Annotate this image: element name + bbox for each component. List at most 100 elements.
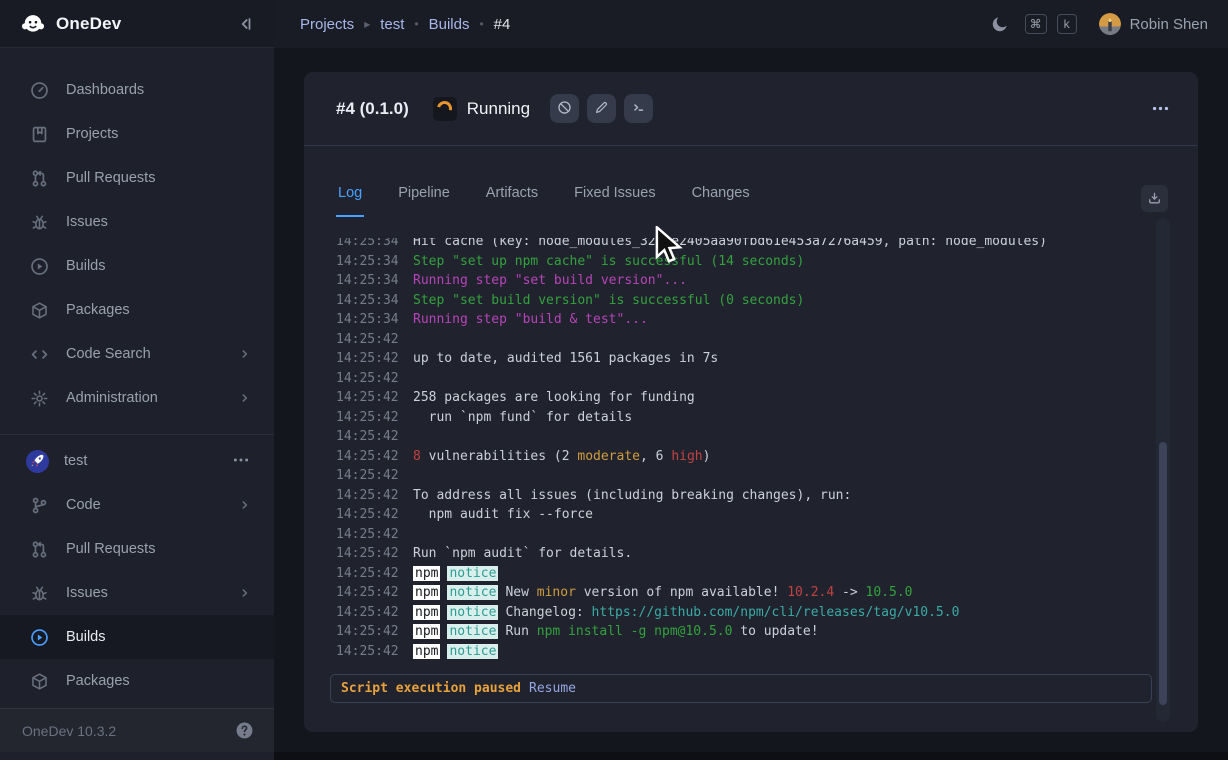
- project-more-icon[interactable]: [232, 451, 252, 471]
- log-line: 14:25:42 npm audit fix --force: [336, 505, 1134, 525]
- onedev-app: OneDev DashboardsProjectsPull RequestsIs…: [0, 0, 1228, 760]
- sidebar-item-label: Packages: [66, 302, 252, 318]
- log-timestamp: 14:25:42: [336, 505, 399, 525]
- log-timestamp: 14:25:42: [336, 408, 399, 428]
- sidebar-project-menu: CodePull RequestsIssues Builds Packages: [0, 483, 274, 703]
- chevron-right-icon: [238, 391, 252, 405]
- package-icon: [30, 301, 49, 320]
- user-menu[interactable]: Robin Shen: [1099, 13, 1208, 35]
- build-title: #4 (0.1.0): [336, 99, 409, 119]
- tab-pipeline[interactable]: Pipeline: [396, 185, 452, 217]
- log-message: npmnoticeChangelog: https://github.com/n…: [413, 603, 959, 623]
- log-line: 14:25:42: [336, 330, 1134, 350]
- breadcrumb-dot-icon: •: [479, 17, 483, 31]
- log-timestamp: 14:25:42: [336, 525, 399, 545]
- project-item-code[interactable]: Code: [0, 483, 274, 527]
- log-timestamp: 14:25:42: [336, 486, 399, 506]
- log-line: 14:25:34Running step "build & test"...: [336, 310, 1134, 330]
- log-line: 14:25:42: [336, 466, 1134, 486]
- log-scrollbar-thumb[interactable]: [1159, 442, 1167, 705]
- log-line: 14:25:42npmnoticeChangelog: https://gith…: [336, 603, 1134, 623]
- breadcrumb-projects[interactable]: Projects: [300, 16, 354, 33]
- user-name: Robin Shen: [1130, 16, 1208, 33]
- sidebar-divider: [0, 434, 274, 435]
- log-line: 14:25:42npmnoticeRun npm install -g npm@…: [336, 622, 1134, 642]
- sidebar-item-label: Dashboards: [66, 82, 252, 98]
- project-item-packages[interactable]: Packages: [0, 659, 274, 703]
- project-item-pull-requests[interactable]: Pull Requests: [0, 527, 274, 571]
- sidebar-item-label: Administration: [66, 390, 238, 406]
- sidebar-item-projects[interactable]: Projects: [0, 112, 274, 156]
- edit-build-button[interactable]: [587, 94, 616, 123]
- log-timestamp: 14:25:42: [336, 544, 399, 564]
- log-timestamp: 14:25:42: [336, 622, 399, 642]
- log-line: 14:25:42 npmnotice: [336, 642, 1134, 662]
- log-line: 14:25:42npmnoticeNew minor version of np…: [336, 583, 1134, 603]
- log-line: 14:25:42: [336, 525, 1134, 545]
- sidebar-collapse-icon[interactable]: [234, 13, 256, 35]
- topbar: Projects▸test•Builds•#4 ⌘ k: [274, 0, 1228, 48]
- tab-changes[interactable]: Changes: [690, 185, 752, 217]
- log-message: Hit cache (key: node_modules_32/9e2405aa…: [413, 238, 1047, 252]
- build-actions: [550, 94, 1148, 123]
- log-timestamp: 14:25:34: [336, 291, 399, 311]
- sidebar-item-label: Builds: [66, 629, 252, 645]
- resume-link[interactable]: Resume: [529, 681, 576, 696]
- chevron-right-icon: [238, 498, 252, 512]
- project-item-builds[interactable]: Builds: [0, 615, 274, 659]
- log-line: 14:25:34Step "set build version" is succ…: [336, 291, 1134, 311]
- log-timestamp: 14:25:34: [336, 271, 399, 291]
- bug-icon: [30, 213, 49, 232]
- sidebar-item-code-search[interactable]: Code Search: [0, 332, 274, 376]
- prohibit-icon: [557, 100, 572, 118]
- log-line: 14:25:34Step "set up npm cache" is succe…: [336, 252, 1134, 272]
- sidebar-project-row[interactable]: test: [0, 439, 274, 483]
- breadcrumb: Projects▸test•Builds•#4: [300, 16, 991, 33]
- sidebar-item-dashboards[interactable]: Dashboards: [0, 68, 274, 112]
- build-status: Running: [433, 97, 530, 121]
- download-log-button[interactable]: [1141, 185, 1168, 212]
- log-timestamp: 14:25:42: [336, 349, 399, 369]
- version-label: OneDev 10.3.2: [22, 723, 235, 739]
- more-options-icon[interactable]: [1148, 97, 1172, 121]
- project-avatar: [26, 450, 49, 473]
- log-message: 8 vulnerabilities (2 moderate, 6 high): [413, 447, 710, 467]
- gear-icon: [30, 389, 49, 408]
- tab-artifacts[interactable]: Artifacts: [484, 185, 540, 217]
- log-timestamp: 14:25:34: [336, 252, 399, 272]
- breadcrumb--4: #4: [494, 16, 511, 33]
- project-name: test: [64, 453, 232, 469]
- log-message: npmnotice: [413, 642, 505, 662]
- dark-mode-icon[interactable]: [991, 14, 1011, 34]
- log-line: 14:25:42: [336, 369, 1134, 389]
- breadcrumb-builds[interactable]: Builds: [429, 16, 470, 33]
- sidebar-item-label: Pull Requests: [66, 170, 252, 186]
- log-message: 258 packages are looking for funding: [413, 388, 695, 408]
- sidebar-item-issues[interactable]: Issues: [0, 200, 274, 244]
- play-circle-icon: [30, 257, 49, 276]
- log-timestamp: 14:25:42: [336, 564, 399, 584]
- tab-log[interactable]: Log: [336, 185, 364, 217]
- sidebar-item-label: Packages: [66, 673, 252, 689]
- sidebar-main-menu: Dashboards Projects Pull Requests IssuesBui…: [0, 48, 274, 420]
- breadcrumb-dot-icon: •: [414, 17, 418, 31]
- build-header: #4 (0.1.0) Running: [304, 72, 1198, 146]
- sidebar-item-pull-requests[interactable]: Pull Requests: [0, 156, 274, 200]
- web-terminal-button[interactable]: [624, 94, 653, 123]
- paused-message: Script execution paused: [341, 681, 521, 696]
- log-line: 14:25:42 Run `npm audit` for details.: [336, 544, 1134, 564]
- build-tabs: Log Pipeline Artifacts Fixed Issues Changes: [304, 146, 1198, 217]
- log-message: up to date, audited 1561 packages in 7s: [413, 349, 718, 369]
- sidebar-item-administration[interactable]: Administration: [0, 376, 274, 420]
- branch-icon: [30, 496, 49, 515]
- breadcrumb-test[interactable]: test: [380, 16, 404, 33]
- cancel-build-button[interactable]: [550, 94, 579, 123]
- help-icon[interactable]: [235, 721, 254, 740]
- log-message: Run `npm audit` for details.: [413, 544, 632, 564]
- project-item-issues[interactable]: Issues: [0, 571, 274, 615]
- tab-fixed-issues[interactable]: Fixed Issues: [572, 185, 657, 217]
- log-timestamp: 14:25:42: [336, 642, 399, 662]
- log-message: Running step "build & test"...: [413, 310, 648, 330]
- sidebar-item-packages[interactable]: Packages: [0, 288, 274, 332]
- sidebar-item-builds[interactable]: Builds: [0, 244, 274, 288]
